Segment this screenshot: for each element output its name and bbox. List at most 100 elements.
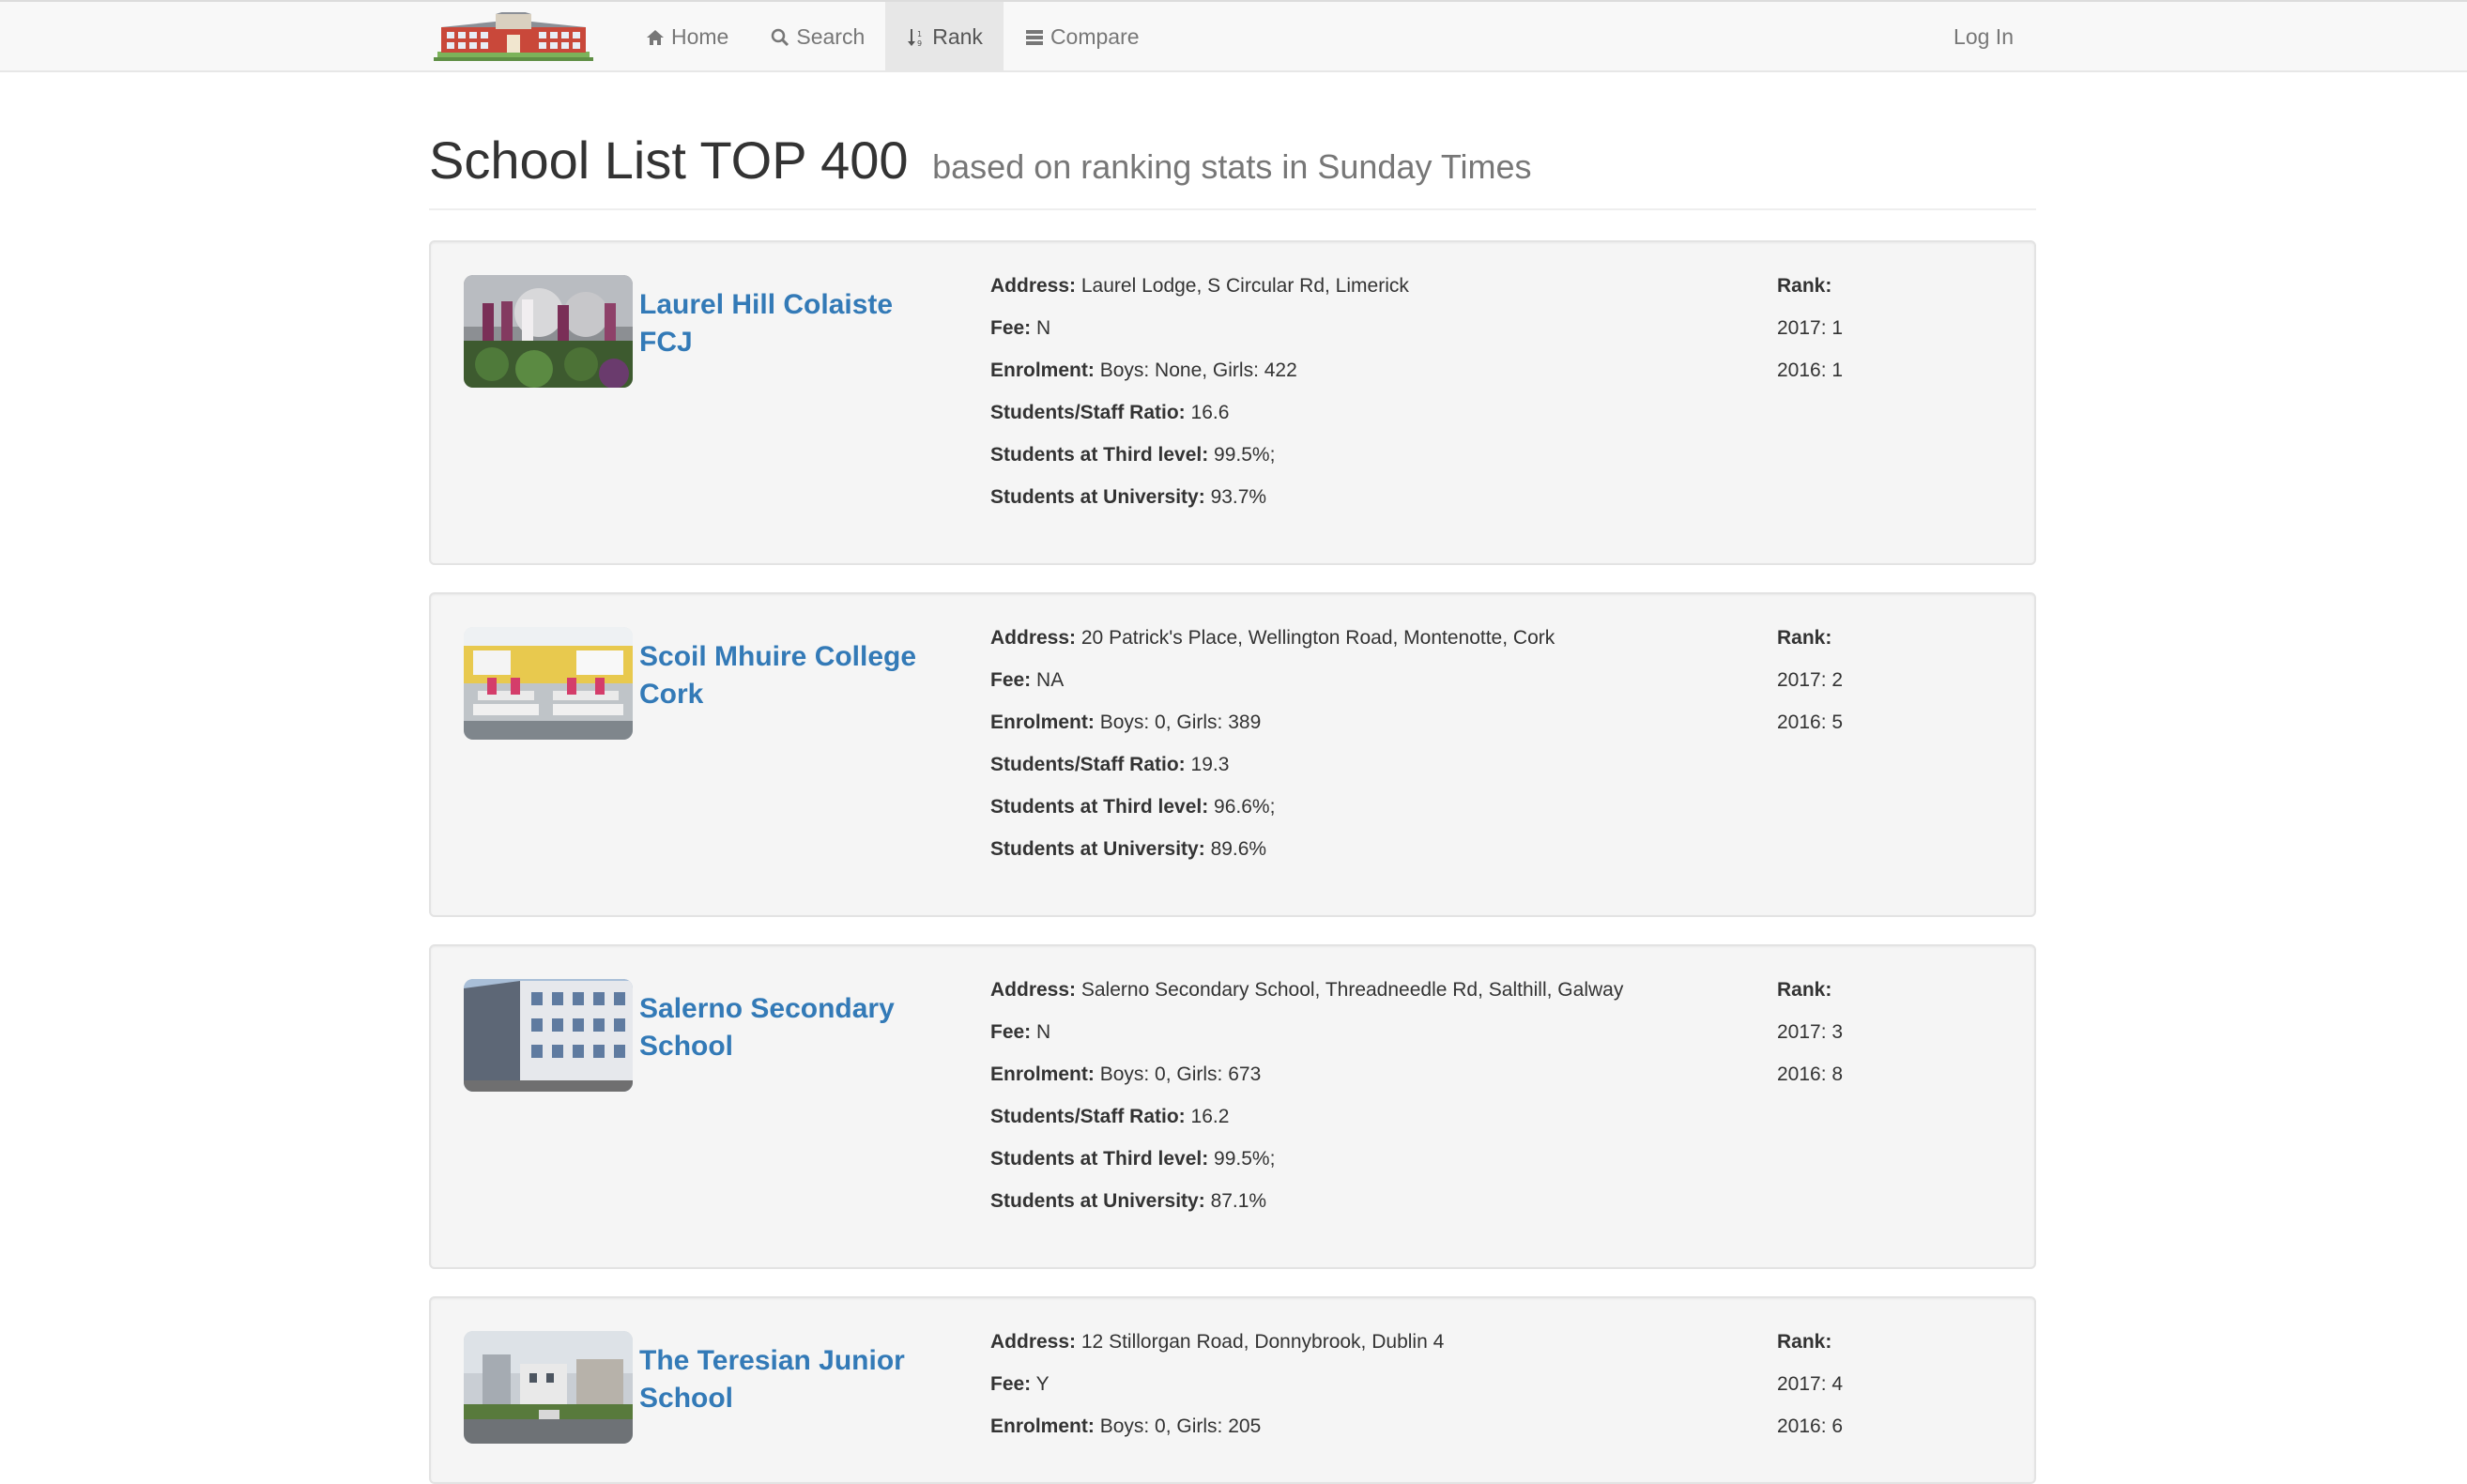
address-label: Address: bbox=[990, 627, 1077, 649]
school-name-link[interactable]: Scoil Mhuire College Cork bbox=[639, 638, 949, 713]
university-value: 89.6% bbox=[1210, 838, 1267, 860]
address-value: Salerno Secondary School, Threadneedle R… bbox=[1080, 979, 1624, 1001]
enrolment-label: Enrolment: bbox=[990, 711, 1095, 733]
enrolment-row: Enrolment: Boys: None, Girls: 422 bbox=[990, 360, 1760, 403]
third-level-value: 99.5%; bbox=[1214, 444, 1276, 466]
enrolment-value: Boys: 0, Girls: 205 bbox=[1099, 1415, 1262, 1437]
school-card: The Teresian Junior School Address: 12 S… bbox=[429, 1296, 2036, 1484]
school-details: Address: Laurel Lodge, S Circular Rd, Li… bbox=[990, 276, 1760, 529]
fee-value: N bbox=[1036, 1021, 1051, 1043]
school-photo[interactable] bbox=[464, 627, 633, 740]
ratio-row: Students/Staff Ratio: 19.3 bbox=[990, 755, 1760, 797]
address-row: Address: 20 Patrick's Place, Wellington … bbox=[990, 628, 1760, 670]
university-value: 93.7% bbox=[1210, 486, 1267, 508]
school-card: Scoil Mhuire College Cork Address: 20 Pa… bbox=[429, 592, 2036, 917]
address-row: Address: Salerno Secondary School, Threa… bbox=[990, 980, 1760, 1022]
university-row: Students at University: 87.1% bbox=[990, 1191, 1760, 1233]
nav-search-label: Search bbox=[796, 24, 866, 49]
school-card: Laurel Hill Colaiste FCJ Address: Laurel… bbox=[429, 240, 2036, 565]
fee-label: Fee: bbox=[990, 1021, 1032, 1043]
search-icon bbox=[770, 27, 790, 48]
list-icon bbox=[1024, 27, 1045, 48]
third-level-row: Students at Third level: 99.5%; bbox=[990, 1149, 1760, 1191]
enrolment-value: Boys: 0, Girls: 389 bbox=[1099, 711, 1262, 733]
fee-value: Y bbox=[1035, 1373, 1050, 1395]
enrolment-row: Enrolment: Boys: 0, Girls: 673 bbox=[990, 1064, 1760, 1107]
rank-block: Rank: 2017: 2 2016: 5 bbox=[1777, 628, 2002, 755]
enrolment-value: Boys: None, Girls: 422 bbox=[1099, 360, 1297, 381]
nav-rank[interactable]: 19 Rank bbox=[885, 2, 1004, 72]
home-icon bbox=[645, 27, 666, 48]
ratio-value: 16.6 bbox=[1190, 402, 1230, 423]
enrolment-label: Enrolment: bbox=[990, 1415, 1095, 1437]
ratio-label: Students/Staff Ratio: bbox=[990, 402, 1186, 423]
third-level-label: Students at Third level: bbox=[990, 796, 1209, 818]
school-details: Address: 20 Patrick's Place, Wellington … bbox=[990, 628, 1760, 881]
rank-2016: 2016: 5 bbox=[1777, 711, 1844, 733]
rank-2017: 2017: 2 bbox=[1777, 669, 1844, 691]
page-title: School List TOP 400 based on ranking sta… bbox=[429, 130, 1532, 191]
address-label: Address: bbox=[990, 275, 1077, 297]
nav-rank-label: Rank bbox=[932, 24, 983, 49]
svg-text:9: 9 bbox=[917, 39, 922, 48]
university-label: Students at University: bbox=[990, 1190, 1205, 1212]
rank-label: Rank: bbox=[1777, 979, 1832, 1001]
university-row: Students at University: 89.6% bbox=[990, 839, 1760, 881]
enrolment-row: Enrolment: Boys: 0, Girls: 205 bbox=[990, 1416, 1760, 1459]
fee-row: Fee: N bbox=[990, 318, 1760, 360]
ratio-label: Students/Staff Ratio: bbox=[990, 754, 1186, 775]
nav-compare[interactable]: Compare bbox=[1004, 2, 1160, 72]
university-value: 87.1% bbox=[1210, 1190, 1267, 1212]
enrolment-row: Enrolment: Boys: 0, Girls: 389 bbox=[990, 712, 1760, 755]
school-photo[interactable] bbox=[464, 1331, 633, 1444]
page-title-text: School List TOP 400 bbox=[429, 130, 909, 190]
rank-2016: 2016: 6 bbox=[1777, 1415, 1844, 1437]
address-label: Address: bbox=[990, 1331, 1077, 1353]
sort-icon: 19 bbox=[906, 27, 927, 48]
svg-text:1: 1 bbox=[917, 30, 922, 38]
rank-heading-row: Rank: bbox=[1777, 980, 2002, 1022]
enrolment-label: Enrolment: bbox=[990, 1063, 1095, 1085]
university-label: Students at University: bbox=[990, 486, 1205, 508]
rank-heading-row: Rank: bbox=[1777, 628, 2002, 670]
page-subtitle: based on ranking stats in Sunday Times bbox=[932, 147, 1532, 186]
fee-label: Fee: bbox=[990, 669, 1032, 691]
login-link[interactable]: Log In bbox=[1931, 2, 2036, 72]
rank-block: Rank: 2017: 4 2016: 6 bbox=[1777, 1332, 2002, 1459]
fee-label: Fee: bbox=[990, 317, 1032, 339]
rank-2016: 2016: 8 bbox=[1777, 1063, 1844, 1085]
third-level-row: Students at Third level: 99.5%; bbox=[990, 445, 1760, 487]
school-details: Address: Salerno Secondary School, Threa… bbox=[990, 980, 1760, 1233]
enrolment-label: Enrolment: bbox=[990, 360, 1095, 381]
rank-heading-row: Rank: bbox=[1777, 1332, 2002, 1374]
university-label: Students at University: bbox=[990, 838, 1205, 860]
rank-label: Rank: bbox=[1777, 275, 1832, 297]
nav-home-label: Home bbox=[671, 24, 729, 49]
university-row: Students at University: 93.7% bbox=[990, 487, 1760, 529]
school-photo[interactable] bbox=[464, 979, 633, 1092]
ratio-row: Students/Staff Ratio: 16.6 bbox=[990, 403, 1760, 445]
third-level-value: 99.5%; bbox=[1214, 1148, 1276, 1170]
school-name-link[interactable]: Laurel Hill Colaiste FCJ bbox=[639, 286, 949, 361]
rank-label: Rank: bbox=[1777, 1331, 1832, 1353]
rank-heading-row: Rank: bbox=[1777, 276, 2002, 318]
nav-home[interactable]: Home bbox=[624, 2, 749, 72]
third-level-label: Students at Third level: bbox=[990, 1148, 1209, 1170]
school-name-link[interactable]: Salerno Secondary School bbox=[639, 990, 949, 1065]
rank-block: Rank: 2017: 3 2016: 8 bbox=[1777, 980, 2002, 1107]
fee-row: Fee: NA bbox=[990, 670, 1760, 712]
address-value: Laurel Lodge, S Circular Rd, Limerick bbox=[1080, 275, 1409, 297]
address-value: 20 Patrick's Place, Wellington Road, Mon… bbox=[1080, 627, 1555, 649]
school-photo[interactable] bbox=[464, 275, 633, 388]
fee-value: NA bbox=[1036, 669, 1065, 691]
rank-label: Rank: bbox=[1777, 627, 1832, 649]
school-details: Address: 12 Stillorgan Road, Donnybrook,… bbox=[990, 1332, 1760, 1459]
third-level-label: Students at Third level: bbox=[990, 444, 1209, 466]
third-level-value: 96.6%; bbox=[1214, 796, 1276, 818]
rank-block: Rank: 2017: 1 2016: 1 bbox=[1777, 276, 2002, 403]
school-name-link[interactable]: The Teresian Junior School bbox=[639, 1342, 949, 1417]
ratio-value: 19.3 bbox=[1190, 754, 1230, 775]
school-building-logo[interactable] bbox=[434, 8, 593, 61]
nav-search[interactable]: Search bbox=[749, 2, 885, 72]
school-card: Salerno Secondary School Address: Salern… bbox=[429, 944, 2036, 1269]
